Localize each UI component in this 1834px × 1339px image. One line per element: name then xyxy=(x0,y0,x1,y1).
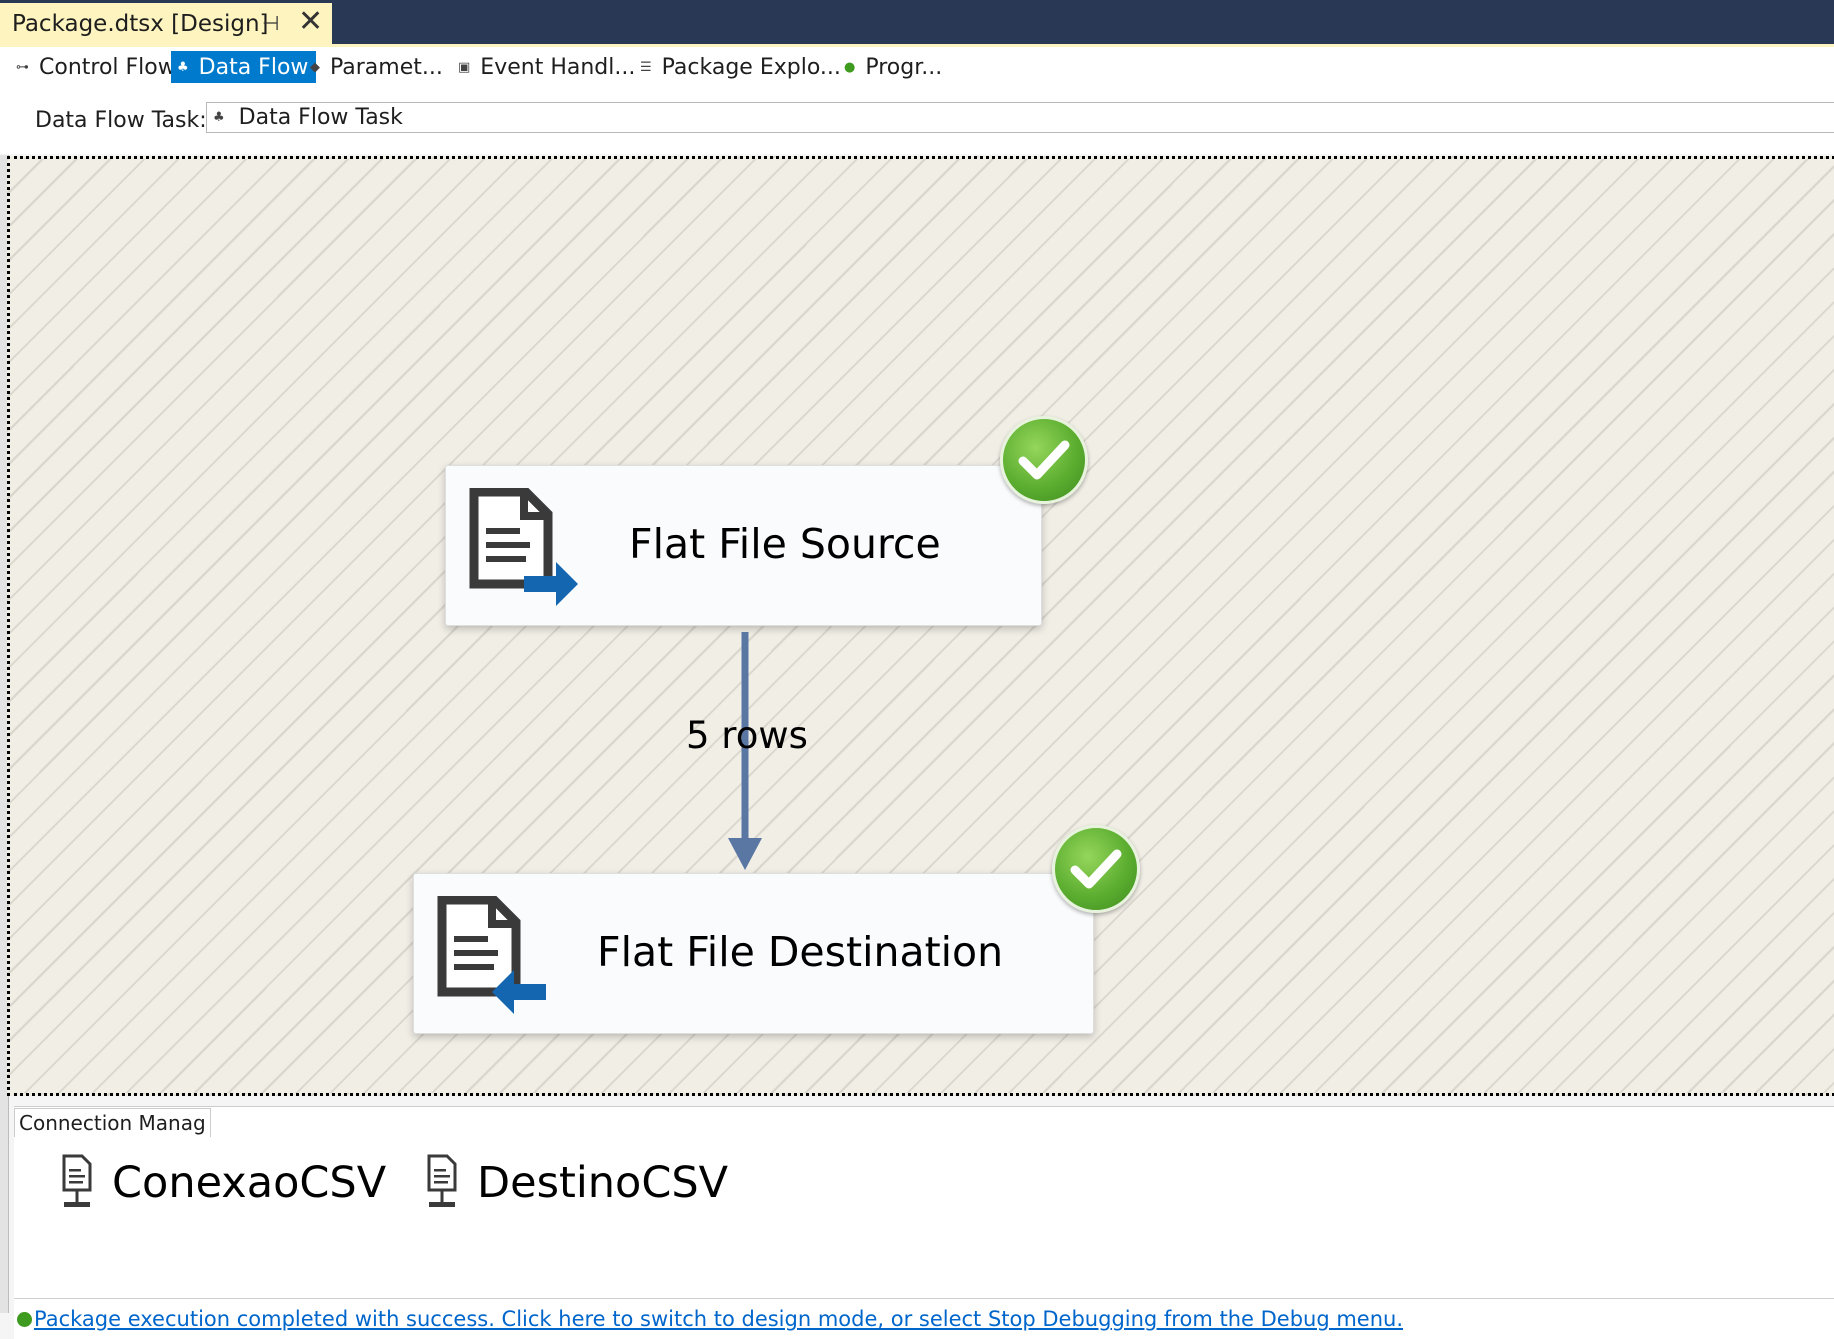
success-status-icon xyxy=(17,1311,32,1327)
connection-manager-destinocsv[interactable]: DestinoCSV xyxy=(425,1154,728,1212)
success-check-icon xyxy=(1000,416,1088,504)
flat-file-destination-label: Flat File Destination xyxy=(597,928,1004,976)
flat-file-source-icon xyxy=(469,488,578,606)
tab-label: Package Explo... xyxy=(661,54,841,80)
row-count-label: 5 rows xyxy=(686,714,808,757)
connection-manager-conexaocsv[interactable]: ConexaoCSV xyxy=(60,1154,386,1212)
data-flow-canvas[interactable]: Flat File Source 5 rows Flat File Destin… xyxy=(7,156,1834,1096)
document-tab-title: Package.dtsx [Design] xyxy=(12,10,269,37)
flat-file-connection-icon xyxy=(62,1154,92,1207)
tab-label: Progr... xyxy=(865,54,943,80)
flat-file-source-label: Flat File Source xyxy=(629,520,941,568)
tab-label: Data Flow xyxy=(198,54,309,80)
flat-file-connection-icon xyxy=(427,1154,457,1207)
data-flow-task-select[interactable]: ♣ Data Flow Task xyxy=(206,102,1834,133)
data-flow-task-value: Data Flow Task xyxy=(238,105,403,130)
tab-label: Event Handl... xyxy=(480,54,636,80)
data-flow-task-icon: ♣ xyxy=(213,110,225,125)
execution-status-bar: Package execution completed with success… xyxy=(14,1298,1834,1339)
tab-data-flow[interactable]: ♣ Data Flow xyxy=(171,51,317,83)
package-explorer-icon: ☰ xyxy=(640,59,652,75)
tab-event-handlers[interactable]: ▣ Event Handl... xyxy=(452,51,643,83)
tab-label: Paramet... xyxy=(330,54,443,80)
tab-package-explorer[interactable]: ☰ Package Explo... xyxy=(634,51,849,83)
flat-file-destination-component[interactable]: Flat File Destination xyxy=(413,873,1094,1034)
control-flow-icon: ⊶ xyxy=(16,59,29,75)
close-icon[interactable]: ✕ xyxy=(298,5,323,39)
success-check-icon xyxy=(1052,825,1140,913)
event-handlers-icon: ▣ xyxy=(458,59,471,75)
connection-managers-tab[interactable]: Connection Manag xyxy=(14,1108,211,1137)
tab-parameters[interactable]: ◆ Paramet... xyxy=(304,51,451,83)
switch-to-design-mode-link[interactable]: Package execution completed with success… xyxy=(34,1307,1403,1331)
data-flow-task-label: Data Flow Task: xyxy=(35,108,207,133)
connection-manager-label: ConexaoCSV xyxy=(112,1158,387,1208)
parameters-icon: ◆ xyxy=(310,59,320,75)
flat-file-source-component[interactable]: Flat File Source xyxy=(445,465,1042,626)
connection-manager-label: DestinoCSV xyxy=(477,1158,729,1208)
tab-control-flow[interactable]: ⊶ Control Flow xyxy=(10,51,184,83)
progress-icon: ● xyxy=(844,59,856,75)
tab-progress[interactable]: ● Progr... xyxy=(838,51,950,83)
data-flow-icon: ♣ xyxy=(177,59,189,75)
tab-label: Control Flow xyxy=(39,54,176,80)
flat-file-destination-icon xyxy=(437,896,546,1014)
document-tab[interactable]: Package.dtsx [Design] ⊣ ✕ xyxy=(0,3,332,44)
designer-tabs: ⊶ Control Flow ♣ Data Flow ◆ Paramet... … xyxy=(0,51,1834,83)
pin-icon[interactable]: ⊣ xyxy=(262,11,279,35)
